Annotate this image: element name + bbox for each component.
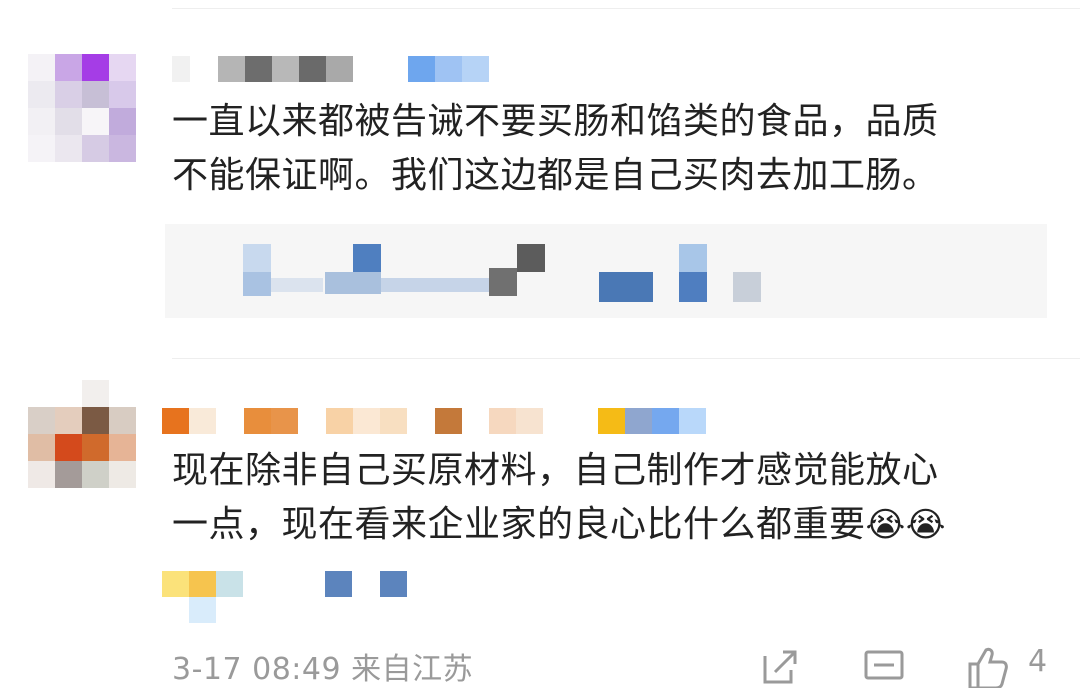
top-divider [172,8,1080,9]
username-redacted[interactable] [162,408,710,434]
thumbs-up-icon[interactable] [966,644,1010,688]
like-count: 4 [1028,644,1048,679]
reply-preview[interactable] [165,224,1047,318]
comment-line: 不能保证啊。我们这边都是自己买肉去加工肠。 [172,155,939,196]
username-redacted[interactable] [172,56,492,82]
comment-body: 一直以来都被告诫不要买肠和馅类的食品，品质 不能保证啊。我们这边都是自己买肉去加… [172,95,1052,203]
comment-line: 现在除非自己买原材料，自己制作才感觉能放心 [172,450,939,491]
share-icon[interactable] [757,644,801,688]
comment-icon[interactable] [862,644,906,688]
avatar[interactable] [28,54,136,162]
comment-line-text: 一点，现在看来企业家的良心比什么都重要 [172,504,866,545]
comment-body: 现在除非自己买原材料，自己制作才感觉能放心 一点，现在看来企业家的良心比什么都重… [172,444,1052,552]
comment-divider [172,358,1080,359]
badge-redacted [162,571,432,625]
comment-line: 一点，现在看来企业家的良心比什么都重要😭😭 [172,498,1052,552]
comment-actions [0,644,1080,688]
crying-emoji-icon: 😭😭 [865,505,946,545]
avatar[interactable] [28,380,136,488]
reply-preview-redacted [243,244,783,304]
comment-line: 一直以来都被告诫不要买肠和馅类的食品，品质 [172,101,939,142]
